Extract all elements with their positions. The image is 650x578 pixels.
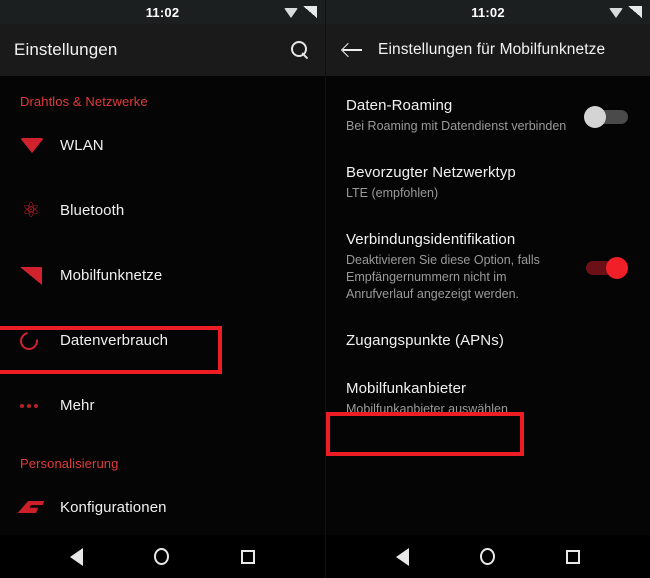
sidebar-item-label: Konfigurationen — [60, 499, 167, 516]
settings-nav-list: WLAN ⚛ Bluetooth Mobilfunknetze Datenver… — [0, 109, 325, 438]
personalization-nav-list: Konfigurationen — [0, 471, 325, 540]
android-navbar-right — [326, 535, 650, 578]
status-time: 11:02 — [471, 4, 505, 20]
setting-subtitle: Mobilfunkanbieter auswählen — [346, 402, 508, 416]
signal-icon — [303, 6, 317, 18]
home-circle-icon[interactable] — [154, 548, 170, 565]
sidebar-item-konfigurationen[interactable]: Konfigurationen — [0, 475, 325, 540]
back-triangle-icon[interactable] — [69, 547, 83, 566]
left-panel-settings: 11:02 Einstellungen Drahtlos & Netzwerke… — [0, 0, 325, 578]
setting-title: Verbindungsidentifikation — [346, 231, 516, 248]
toggle-thumb — [606, 257, 628, 279]
wifi-icon — [284, 7, 299, 18]
sidebar-item-label: WLAN — [60, 137, 104, 154]
sidebar-item-label: Bluetooth — [60, 202, 125, 219]
right-panel-mobile-networks: 11:02 Einstellungen für Mobilfunknetze D… — [325, 0, 650, 578]
dual-screenshot: 11:02 Einstellungen Drahtlos & Netzwerke… — [0, 0, 650, 578]
wifi-icon — [609, 7, 624, 18]
toggle-verbindungsidentifikation[interactable] — [584, 257, 630, 279]
app-bar-left: Einstellungen — [0, 24, 325, 76]
setting-row-zugangspunkte-apns[interactable]: Zugangspunkte (APNs) — [326, 317, 650, 365]
setting-row-daten-roaming[interactable]: Daten-Roaming Bei Roaming mit Datendiens… — [326, 82, 650, 149]
sidebar-item-datenverbrauch[interactable]: Datenverbrauch — [0, 308, 325, 373]
mobile-network-settings-list: Daten-Roaming Bei Roaming mit Datendiens… — [326, 76, 650, 432]
status-bar-left: 11:02 — [0, 0, 325, 24]
cellular-icon — [20, 266, 60, 285]
sidebar-item-label: Mobilfunknetze — [60, 267, 163, 284]
setting-subtitle: LTE (empfohlen) — [346, 186, 439, 200]
status-bar-right: 11:02 — [326, 0, 650, 24]
home-circle-icon[interactable] — [479, 548, 495, 565]
android-navbar-left — [0, 535, 325, 578]
sidebar-item-bluetooth[interactable]: ⚛ Bluetooth — [0, 178, 325, 243]
setting-row-bevorzugter-netzwerktyp[interactable]: Bevorzugter Netzwerktyp LTE (empfohlen) — [326, 149, 650, 216]
status-icons — [609, 0, 642, 24]
sidebar-item-label: Datenverbrauch — [60, 332, 169, 349]
more-dots-icon — [20, 403, 60, 409]
sidebar-item-mobilfunknetze[interactable]: Mobilfunknetze — [0, 243, 325, 308]
wifi-icon — [20, 138, 60, 153]
data-usage-icon — [16, 327, 60, 354]
status-time: 11:02 — [145, 4, 180, 20]
setting-title: Mobilfunkanbieter — [346, 380, 467, 397]
status-icons — [284, 0, 317, 24]
signal-icon — [628, 6, 642, 18]
toggle-daten-roaming[interactable] — [584, 106, 630, 128]
setting-texts: Mobilfunkanbieter Mobilfunkanbieter ausw… — [346, 379, 630, 418]
configurations-icon — [20, 499, 60, 517]
section-header-personalization: Personalisierung — [20, 456, 119, 471]
setting-subtitle: Deaktivieren Sie diese Option, falls Emp… — [346, 253, 540, 301]
setting-row-verbindungsidentifikation[interactable]: Verbindungsidentifikation Deaktivieren S… — [326, 216, 650, 317]
recents-square-icon[interactable] — [566, 549, 581, 564]
page-title: Einstellungen für Mobilfunknetze — [378, 41, 606, 58]
search-icon[interactable] — [289, 39, 311, 61]
right-content: Daten-Roaming Bei Roaming mit Datendiens… — [326, 76, 650, 535]
setting-texts: Zugangspunkte (APNs) — [346, 331, 630, 351]
setting-texts: Verbindungsidentifikation Deaktivieren S… — [346, 230, 584, 303]
back-triangle-icon[interactable] — [395, 547, 409, 566]
back-arrow-icon[interactable] — [340, 39, 366, 61]
left-content: Drahtlos & Netzwerke WLAN ⚛ Bluetooth Mo… — [0, 76, 325, 535]
app-bar-right: Einstellungen für Mobilfunknetze — [326, 24, 650, 76]
bluetooth-icon: ⚛ — [21, 198, 41, 222]
setting-title: Zugangspunkte (APNs) — [346, 332, 504, 349]
recents-square-icon[interactable] — [241, 549, 256, 564]
sidebar-item-mehr[interactable]: Mehr — [0, 373, 325, 438]
setting-row-mobilfunkanbieter[interactable]: Mobilfunkanbieter Mobilfunkanbieter ausw… — [326, 365, 650, 432]
setting-subtitle: Bei Roaming mit Datendienst verbinden — [346, 119, 567, 133]
setting-title: Bevorzugter Netzwerktyp — [346, 164, 516, 181]
toggle-thumb — [584, 106, 606, 128]
sidebar-item-label: Mehr — [60, 397, 95, 414]
section-header-wireless: Drahtlos & Netzwerke — [20, 94, 148, 109]
page-title: Einstellungen — [14, 40, 118, 59]
setting-title: Daten-Roaming — [346, 97, 453, 114]
sidebar-item-wlan[interactable]: WLAN — [0, 113, 325, 178]
setting-texts: Bevorzugter Netzwerktyp LTE (empfohlen) — [346, 163, 630, 202]
setting-texts: Daten-Roaming Bei Roaming mit Datendiens… — [346, 96, 584, 135]
